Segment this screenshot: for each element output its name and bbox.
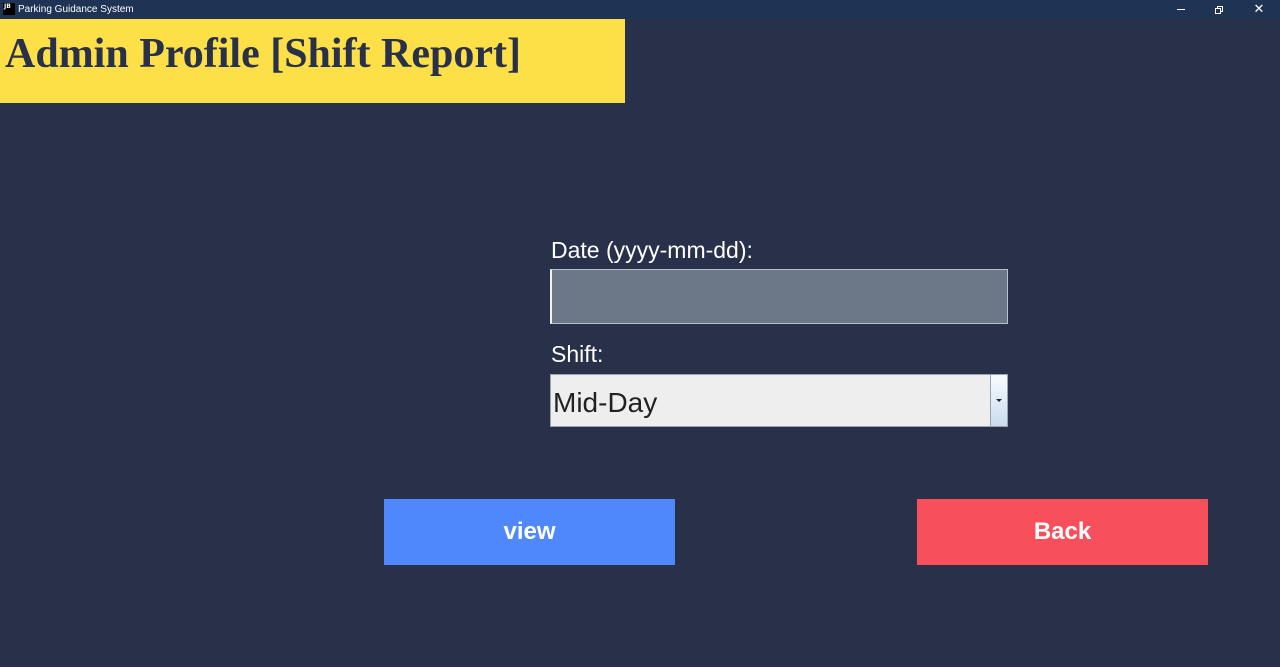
close-icon: ✕ — [1253, 2, 1265, 17]
shift-selected-value: Mid-Day — [553, 387, 658, 418]
back-button[interactable]: Back — [917, 499, 1208, 565]
page-title: Admin Profile [Shift Report] — [5, 31, 521, 77]
restore-button[interactable] — [1200, 0, 1238, 19]
dropdown-arrow-button[interactable] — [990, 375, 1007, 426]
window-title: Parking Guidance System — [18, 4, 134, 15]
minimize-button[interactable] — [1162, 0, 1200, 19]
window-titlebar: JB Parking Guidance System ✕ — [0, 0, 1280, 19]
date-label: Date (yyyy-mm-dd): — [551, 237, 753, 263]
app-icon: JB — [3, 3, 15, 15]
shift-select[interactable]: Mid-Day — [550, 374, 1008, 427]
chevron-down-icon — [996, 399, 1002, 402]
date-input[interactable] — [550, 269, 1008, 324]
close-button[interactable]: ✕ — [1240, 0, 1278, 19]
minimize-icon — [1177, 9, 1185, 10]
restore-icon — [1215, 5, 1223, 14]
view-button[interactable]: view — [384, 499, 675, 565]
shift-label: Shift: — [551, 341, 604, 367]
